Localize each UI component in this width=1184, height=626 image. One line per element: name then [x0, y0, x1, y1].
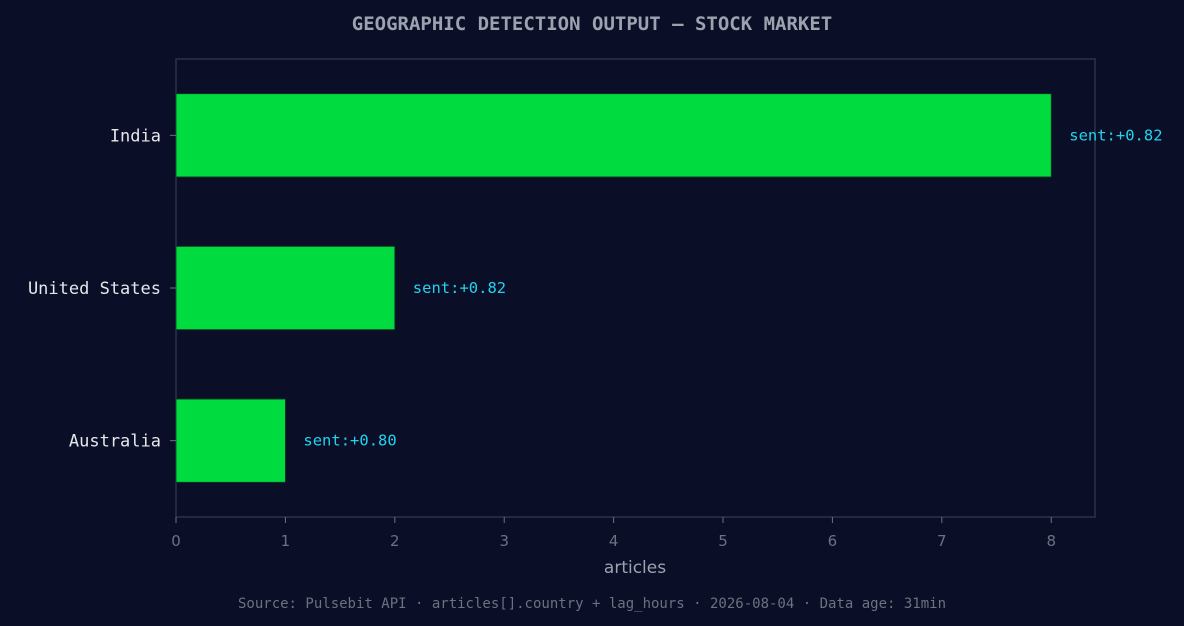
data-label: sent:+0.82 — [1069, 126, 1162, 144]
x-tick-label: 6 — [828, 532, 838, 550]
bar-australia — [175, 398, 286, 483]
x-tick-label: 0 — [171, 532, 181, 550]
x-tick-label: 7 — [937, 532, 947, 550]
x-tick-label: 1 — [281, 532, 291, 550]
category-labels: India United States Australia — [28, 126, 176, 452]
category-label: Australia — [69, 432, 161, 452]
x-tick-label: 5 — [718, 532, 728, 550]
x-axis-title: articles — [604, 558, 666, 578]
x-tick-label: 4 — [609, 532, 619, 550]
data-label: sent:+0.82 — [413, 279, 506, 297]
category-label: United States — [28, 279, 161, 299]
bar-india — [175, 93, 1052, 178]
x-tick-label: 3 — [499, 532, 509, 550]
data-label: sent:+0.80 — [303, 432, 396, 450]
x-axis-ticks: 0 1 2 3 4 5 6 7 8 — [171, 517, 1056, 550]
x-tick-label: 8 — [1046, 532, 1056, 550]
geographic-detection-chart: GEOGRAPHIC DETECTION OUTPUT — STOCK MARK… — [28, 13, 1163, 612]
bar-united-states — [175, 245, 396, 331]
source-footer: Source: Pulsebit API · articles[].countr… — [238, 596, 946, 612]
category-label: India — [110, 126, 161, 146]
bars-layer — [175, 93, 1052, 483]
chart-title: GEOGRAPHIC DETECTION OUTPUT — STOCK MARK… — [352, 13, 832, 35]
x-tick-label: 2 — [390, 532, 400, 550]
